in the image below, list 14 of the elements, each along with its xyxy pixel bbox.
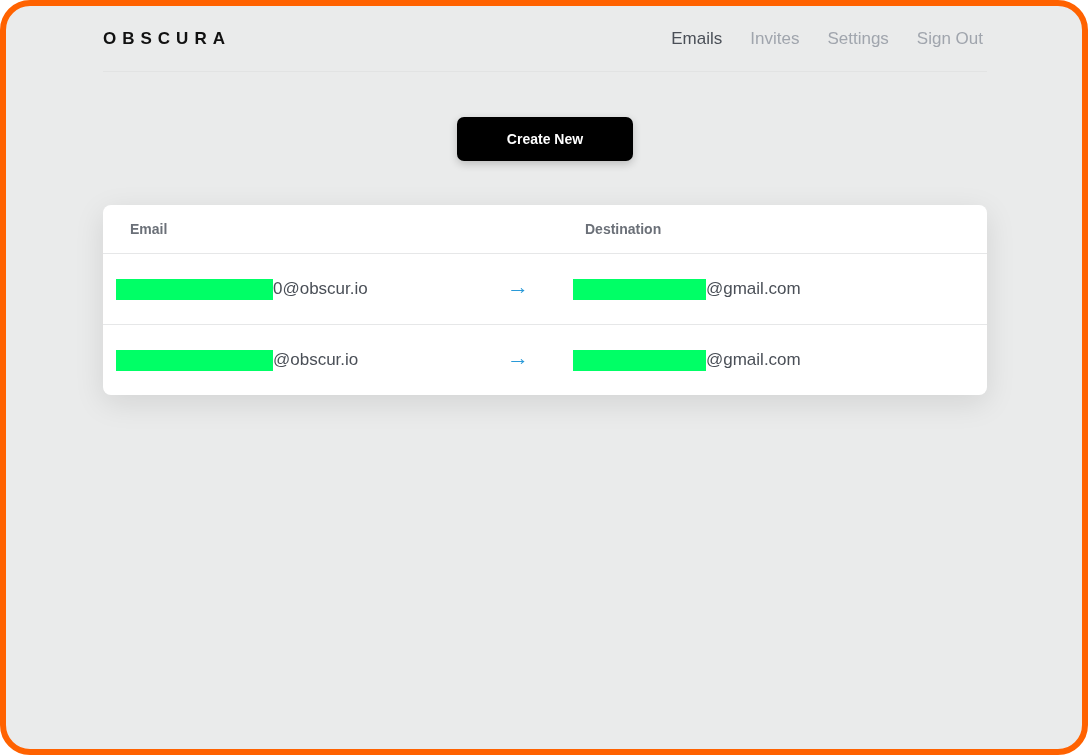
column-header: Destination [584,221,663,237]
nav-link[interactable]: Emails [671,28,723,49]
arrow-icon: → [507,345,529,371]
nav-link[interactable]: Settings [827,28,889,49]
create-new-button[interactable]: Create New [457,117,633,161]
destination-address: @gmail.com [706,350,801,370]
email-address: 0@obscur.io [273,279,368,299]
nav-link[interactable]: Invites [750,28,800,49]
email-address: @obscur.io [273,350,359,370]
brand-logo: OBSCURA [103,28,231,49]
column-header: Email [129,221,169,237]
destination-address: @gmail.com [706,279,801,299]
arrow-icon: → [507,274,529,300]
nav-link[interactable]: Sign Out [916,28,983,49]
